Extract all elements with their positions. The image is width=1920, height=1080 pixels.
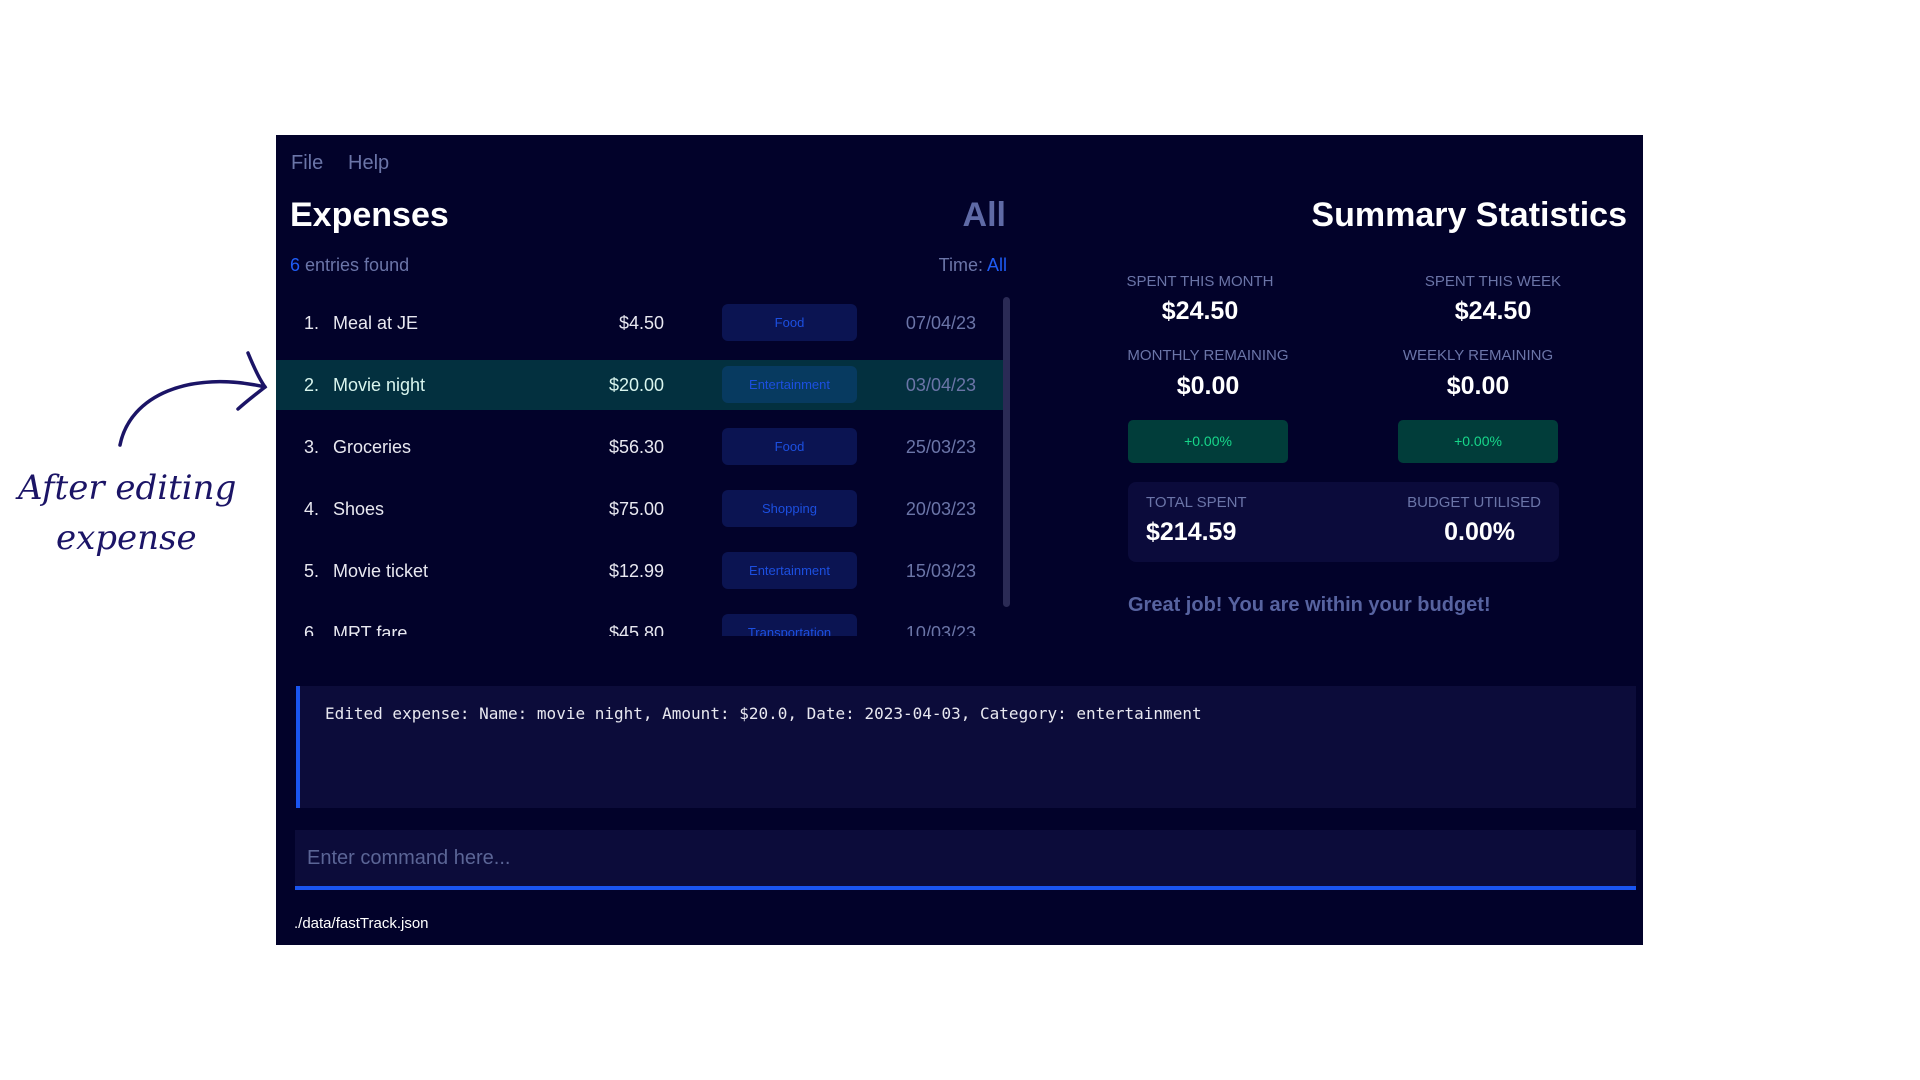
budget-utilised-label: BUDGET UTILISED (1407, 494, 1541, 511)
row-date: 10/03/23 (905, 623, 976, 636)
row-amount: $45.80 (608, 623, 664, 636)
row-date: 07/04/23 (905, 313, 976, 333)
budget-message: Great job! You are within your budget! (1128, 594, 1491, 616)
summary-title: Summary Statistics (1311, 196, 1627, 234)
row-index: 6. (304, 623, 320, 636)
category-badge: Transportation (722, 614, 857, 636)
weekly-change-badge: +0.00% (1398, 420, 1558, 463)
row-date: 03/04/23 (905, 375, 976, 395)
time-filter: Time: All (939, 255, 1007, 276)
time-value[interactable]: All (987, 255, 1007, 275)
category-badge: Entertainment (722, 552, 857, 589)
row-date: 15/03/23 (905, 561, 976, 581)
total-spent-label: TOTAL SPENT (1146, 494, 1247, 511)
total-card: TOTAL SPENT $214.59 BUDGET UTILISED 0.00… (1128, 482, 1559, 562)
total-spent-value: $214.59 (1146, 518, 1237, 546)
weekly-remaining-value: $0.00 (1446, 372, 1510, 400)
spent-month-value: $24.50 (1161, 297, 1239, 325)
annotation-line2: expense (56, 518, 197, 558)
expense-row[interactable]: 4. Shoes $75.00 Shopping 20/03/23 (276, 484, 1003, 534)
row-index: 5. (304, 561, 320, 581)
category-badge: Food (722, 304, 857, 341)
budget-utilised-value: 0.00% (1444, 518, 1515, 546)
monthly-remaining-value: $0.00 (1176, 372, 1240, 400)
spent-week-label: SPENT THIS WEEK (1424, 273, 1562, 290)
monthly-remaining-label: MONTHLY REMAINING (1127, 347, 1289, 364)
row-name: Shoes (333, 499, 385, 519)
status-path: ./data/fastTrack.json (294, 915, 429, 932)
monthly-change-badge: +0.00% (1128, 420, 1288, 463)
row-index: 1. (304, 313, 320, 333)
category-badge: Entertainment (722, 366, 857, 403)
menu-help[interactable]: Help (348, 152, 389, 175)
expense-row[interactable]: 1. Meal at JE $4.50 Food 07/04/23 (276, 298, 1003, 348)
result-display: Edited expense: Name: movie night, Amoun… (296, 686, 1636, 808)
menu-file[interactable]: File (291, 152, 323, 175)
row-name: Meal at JE (333, 313, 419, 333)
expense-row[interactable]: 2. Movie night $20.00 Entertainment 03/04/23 (276, 360, 1003, 410)
row-date: 25/03/23 (905, 437, 976, 457)
row-name: Movie night (333, 375, 426, 395)
count-value: 6 (290, 255, 301, 275)
expense-row[interactable]: 6. MRT fare $45.80 Transportation 10/03/23 (276, 608, 1003, 636)
row-index: 2. (304, 375, 320, 395)
row-amount: $56.30 (608, 437, 664, 457)
annotation-arrow-icon (118, 351, 268, 447)
annotation-line1: After editing (18, 468, 237, 508)
row-amount: $20.00 (608, 375, 664, 395)
time-label: Time: (938, 255, 983, 275)
category-badge: Shopping (722, 490, 857, 527)
count-suffix: entries found (305, 255, 410, 275)
row-name: Movie ticket (333, 561, 429, 581)
expenses-title: Expenses (290, 196, 449, 234)
row-amount: $4.50 (618, 313, 664, 333)
row-index: 4. (304, 499, 320, 519)
row-amount: $12.99 (608, 561, 664, 581)
entries-count: 6 entries found (290, 255, 409, 276)
expense-row[interactable]: 3. Groceries $56.30 Food 25/03/23 (276, 422, 1003, 472)
row-index: 3. (304, 437, 320, 457)
result-text: Edited expense: Name: movie night, Amoun… (325, 704, 1202, 723)
expense-list: 1. Meal at JE $4.50 Food 07/04/23 2. Movie nig… (276, 292, 1003, 636)
expenses-filter-label: All (962, 196, 1006, 234)
row-name: Groceries (333, 437, 412, 457)
weekly-remaining-label: WEEKLY REMAINING (1402, 347, 1554, 364)
row-amount: $75.00 (608, 499, 664, 519)
spent-week-value: $24.50 (1454, 297, 1532, 325)
spent-month-label: SPENT THIS MONTH (1126, 273, 1274, 290)
command-input[interactable] (295, 830, 1636, 890)
list-scrollbar[interactable] (1003, 297, 1010, 607)
category-badge: Food (722, 428, 857, 465)
expense-row[interactable]: 5. Movie ticket $12.99 Entertainment 15/03/2… (276, 546, 1003, 596)
row-date: 20/03/23 (905, 499, 976, 519)
row-name: MRT fare (333, 623, 408, 636)
